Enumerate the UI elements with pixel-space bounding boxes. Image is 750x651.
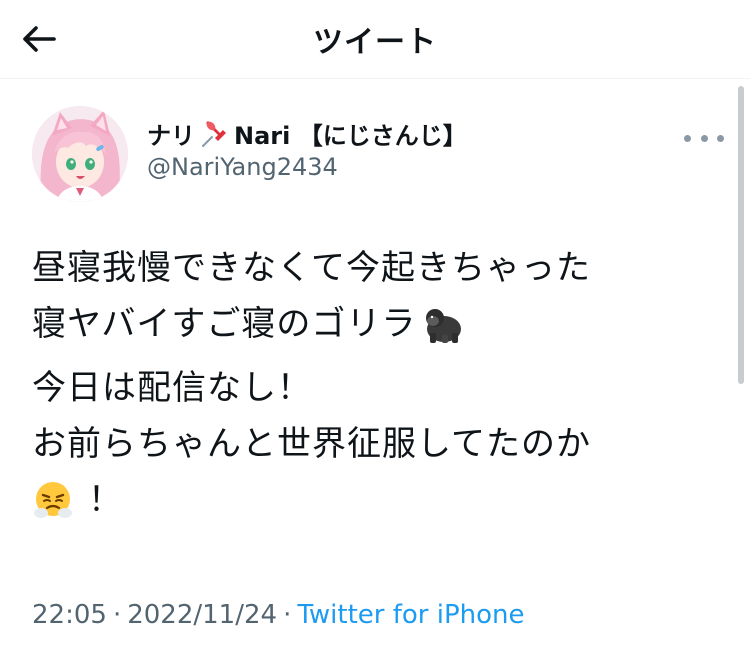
more-horizontal-icon [684,134,691,142]
tweet-line: 昼寝我慢できなくて今起きちゃった [32,240,712,296]
more-horizontal-icon-dot [700,134,708,142]
avatar[interactable] [32,106,128,202]
tweet-detail-screen: ツイート ナリ Nari 【にじさんじ】 @NariYang2434 昼寝我慢で… [0,0,750,651]
scrollbar[interactable] [738,86,744,384]
tweet-line-text: ！ [88,480,123,520]
display-name-suffix: Nari 【にじさんじ】 [234,121,467,150]
tweet-line: 寝ヤバイすご寝のゴリラ [32,296,712,352]
tweet-meta: 22:05 · 2022/11/24 · Twitter for iPhone [32,600,525,630]
page-title: ツイート [313,25,437,60]
tweet-line-text: 昼寝我慢できなくて今起きちゃった [32,248,591,288]
top-bar: ツイート [0,0,750,79]
gorilla-emoji [426,309,462,343]
user-handle: @NariYang2434 [147,153,338,181]
meta-separator: · [283,600,292,630]
tweet-source-link[interactable]: Twitter for iPhone [297,600,524,630]
more-horizontal-icon-dot [717,134,724,142]
author-info[interactable]: ナリ Nari 【にじさんじ】 @NariYang2434 [147,116,467,181]
tweet-line-text: 今日は配信なし！ [32,368,312,408]
tweet-paragraph: 今日は配信なし！ お前らちゃんと世界征服してたのか ！ [32,360,712,528]
tweet-line-text: お前らちゃんと世界征服してたのか [32,424,591,464]
tweet-line-text: 寝ヤバイすご寝のゴリラ [32,304,417,344]
face-with-steam-emoji [34,482,72,518]
display-name: ナリ Nari 【にじさんじ】 [147,116,467,150]
tweet-line: 今日は配信なし！ [32,360,712,416]
tweet-line: お前らちゃんと世界征服してたのか [32,416,712,472]
tweet-time: 22:05 [32,600,107,630]
tweet-line: ！ [32,472,712,528]
pushpin-icon [202,121,226,147]
tweet-paragraph: 昼寝我慢できなくて今起きちゃった 寝ヤバイすご寝のゴリラ [32,240,712,352]
tweet-text: 昼寝我慢できなくて今起きちゃった 寝ヤバイすご寝のゴリラ 今日は配信なし！ お前… [32,240,712,536]
tweet-date: 2022/11/24 [127,600,278,630]
meta-separator: · [112,600,122,630]
avatar-image [32,106,128,202]
more-options-button[interactable] [684,124,724,152]
display-name-prefix: ナリ [147,121,195,150]
